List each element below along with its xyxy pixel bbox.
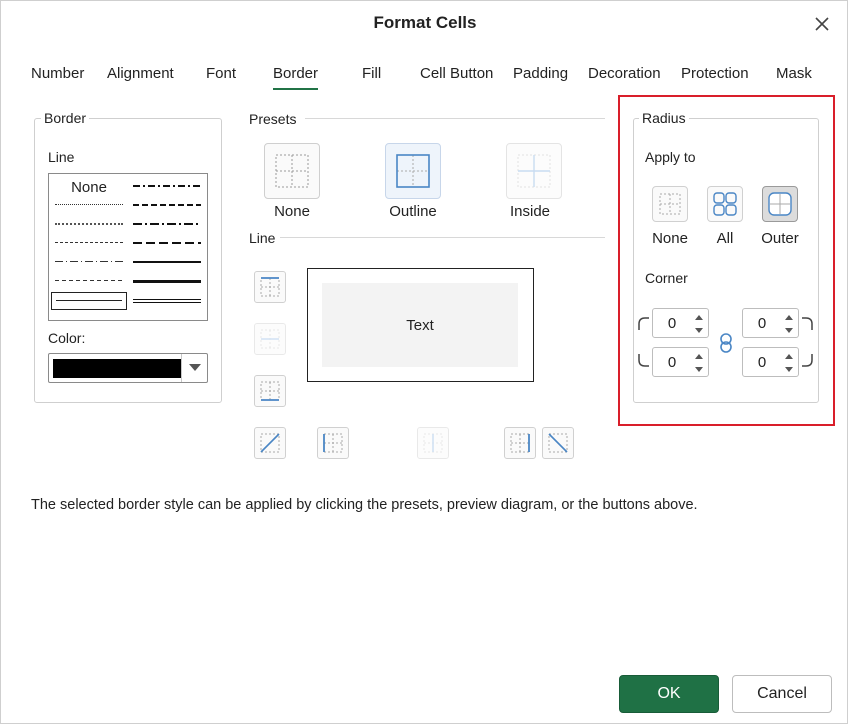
tab-alignment[interactable]: Alignment (107, 65, 174, 82)
stepper-down-icon[interactable] (782, 363, 796, 375)
apply-to-label: Apply to (645, 149, 696, 165)
dialog-title: Format Cells (373, 13, 477, 32)
line-style-medium-dash-dot[interactable] (129, 217, 205, 231)
border-inside-vertical-icon (423, 433, 443, 453)
line-style-dash-dot[interactable] (51, 255, 127, 269)
border-inside-horizontal-button[interactable] (254, 323, 286, 355)
corner-top-right-icon (802, 317, 813, 330)
cancel-button[interactable]: Cancel (732, 675, 832, 713)
tab-fill[interactable]: Fill (362, 65, 381, 82)
line-style-none[interactable]: None (51, 179, 127, 199)
border-right-button[interactable] (504, 427, 536, 459)
tab-cell-button[interactable]: Cell Button (420, 65, 493, 82)
corner-bottom-right-input[interactable] (747, 352, 777, 372)
line-section-divider (280, 237, 605, 238)
corner-top-right-input[interactable] (747, 313, 777, 333)
corner-bottom-right-stepper[interactable] (742, 347, 799, 377)
line-style-thick[interactable] (129, 274, 205, 288)
border-group-legend: Border (41, 110, 90, 126)
stepper-down-icon[interactable] (782, 324, 796, 336)
border-inside-horizontal-icon (260, 329, 280, 349)
border-left-button[interactable] (317, 427, 349, 459)
corner-top-left-icon (638, 317, 649, 330)
diagonal-down-icon (548, 433, 568, 453)
border-top-button[interactable] (254, 271, 286, 303)
close-icon[interactable] (809, 11, 835, 37)
radius-apply-outer-button[interactable] (762, 186, 798, 222)
border-left-icon (323, 433, 343, 453)
preset-inside-label: Inside (509, 203, 551, 220)
radius-apply-none-button[interactable] (652, 186, 688, 222)
color-picker[interactable] (48, 353, 208, 383)
line-label: Line (48, 149, 75, 165)
border-right-icon (510, 433, 530, 453)
line-style-thin-selected[interactable] (51, 292, 127, 310)
corner-top-right-stepper[interactable] (742, 308, 799, 338)
preset-inside-button[interactable] (506, 143, 562, 199)
preview-text: Text (322, 283, 518, 367)
tab-number[interactable]: Number (31, 65, 84, 82)
ok-button[interactable]: OK (619, 675, 719, 713)
corner-bottom-left-icon (638, 354, 649, 367)
line-style-dash-dot-dot[interactable] (51, 236, 127, 250)
line-style-dotted[interactable] (51, 217, 127, 231)
color-label: Color: (48, 330, 86, 346)
corner-bottom-left-stepper[interactable] (652, 347, 709, 377)
corner-bottom-right-icon (802, 354, 813, 367)
preset-none-icon (275, 154, 309, 188)
radius-all-icon (713, 192, 737, 216)
border-diagonal-down-button[interactable] (542, 427, 574, 459)
line-style-medium-dash-dot-dot[interactable] (129, 179, 205, 193)
tab-protection[interactable]: Protection (681, 65, 749, 82)
border-inside-vertical-button[interactable] (417, 427, 449, 459)
tab-border[interactable]: Border (273, 65, 319, 90)
stepper-up-icon[interactable] (782, 350, 796, 362)
format-cells-dialog: Format Cells Number Alignment Font Borde… (0, 0, 848, 724)
line-style-slanted-dash-dot[interactable] (129, 198, 205, 212)
border-preview[interactable]: Text (307, 268, 534, 382)
presets-divider (305, 118, 605, 119)
preset-inside-icon (517, 154, 551, 188)
presets-legend: Presets (249, 111, 297, 127)
corner-top-left-input[interactable] (657, 313, 687, 333)
radius-outer-icon (768, 192, 792, 216)
tab-mask[interactable]: Mask (776, 65, 812, 82)
line-style-medium-dashed[interactable] (129, 236, 205, 250)
radius-none-icon (659, 193, 681, 215)
line-style-list[interactable]: None (48, 173, 208, 321)
stepper-down-icon[interactable] (692, 324, 706, 336)
chevron-down-icon[interactable] (181, 354, 207, 382)
tab-padding[interactable]: Padding (513, 65, 568, 82)
corner-label: Corner (645, 270, 688, 286)
diagonal-up-icon (260, 433, 280, 453)
line-style-medium[interactable] (129, 255, 205, 269)
tab-font[interactable]: Font (206, 65, 236, 82)
border-bottom-icon (260, 381, 280, 401)
stepper-up-icon[interactable] (692, 350, 706, 362)
preset-outline-icon (396, 154, 430, 188)
preset-none-label: None (274, 203, 310, 220)
corner-top-left-stepper[interactable] (652, 308, 709, 338)
radius-apply-outer-label: Outer (761, 230, 799, 247)
preset-outline-label: Outline (389, 203, 437, 220)
hint-text: The selected border style can be applied… (31, 497, 698, 513)
line-section-legend: Line (249, 230, 276, 246)
stepper-down-icon[interactable] (692, 363, 706, 375)
radius-legend: Radius (639, 110, 689, 126)
line-style-dashed[interactable] (51, 274, 127, 288)
border-diagonal-up-button[interactable] (254, 427, 286, 459)
tab-decoration[interactable]: Decoration (588, 65, 661, 82)
line-style-double[interactable] (129, 293, 205, 307)
line-style-hair[interactable] (51, 198, 127, 212)
stepper-up-icon[interactable] (692, 311, 706, 323)
radius-apply-all-button[interactable] (707, 186, 743, 222)
color-swatch (53, 359, 181, 378)
stepper-up-icon[interactable] (782, 311, 796, 323)
preset-none-button[interactable] (264, 143, 320, 199)
preset-outline-button[interactable] (385, 143, 441, 199)
border-bottom-button[interactable] (254, 375, 286, 407)
corner-bottom-left-input[interactable] (657, 352, 687, 372)
border-top-icon (260, 277, 280, 297)
link-corners-icon[interactable] (714, 331, 738, 355)
